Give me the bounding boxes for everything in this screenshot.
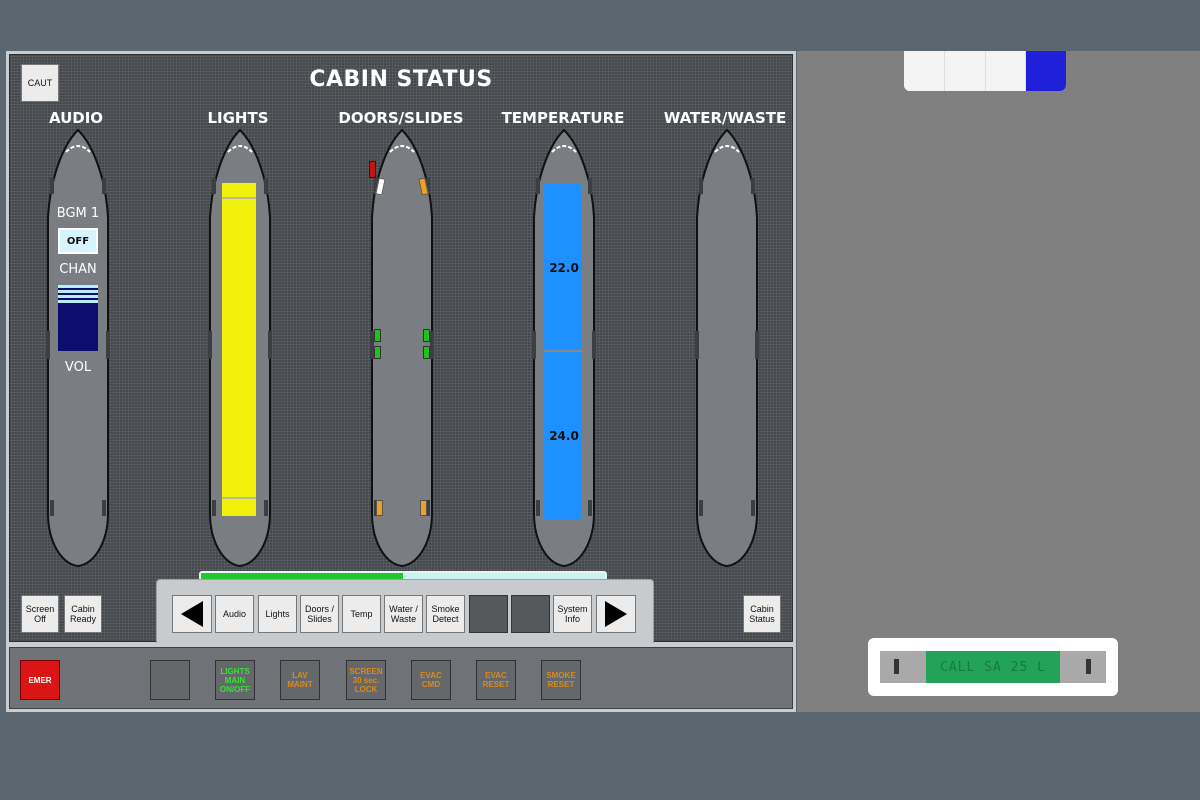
nav-prev-arrow-icon[interactable] (172, 595, 212, 633)
tab-segment-3[interactable] (985, 51, 1027, 91)
tab-segment-2[interactable] (944, 51, 986, 91)
audio-off-button[interactable]: OFF (58, 228, 98, 254)
door-2l-green-a (374, 329, 381, 342)
side-panel: CALL SA 25 L (797, 51, 1200, 712)
screen-off-button[interactable]: Screen Off (21, 595, 59, 633)
panel-title-audio: AUDIO (48, 109, 104, 127)
nav-blank-2[interactable] (511, 595, 550, 633)
screen-lock-label: SCREEN 30 sec. LOCK (349, 666, 383, 694)
call-display-box: CALL SA 25 L (868, 638, 1118, 696)
nav-blank-1[interactable] (469, 595, 508, 633)
emer-label: EMER (28, 675, 52, 685)
panel-title-temperature: TEMPERATURE (501, 109, 625, 127)
call-strip: CALL SA 25 L (880, 651, 1106, 683)
panel-title-water-waste: WATER/WASTE (663, 109, 787, 127)
screen-lock-button[interactable]: SCREEN 30 sec. LOCK (346, 660, 386, 700)
nav-tray: Audio Lights Doors / Slides Temp Water /… (156, 579, 654, 643)
lights-main-label: LIGHTS MAIN ON/OFF (219, 666, 251, 694)
chan-label: CHAN (59, 262, 97, 277)
fuselage-outline-icon (695, 128, 759, 568)
call-tick-left (894, 659, 899, 674)
lights-zone (222, 183, 256, 516)
evac-reset-label: EVAC RESET (482, 671, 510, 689)
page-title: CABIN STATUS (309, 67, 493, 92)
smoke-reset-button[interactable]: SMOKE RESET (541, 660, 581, 700)
top-tab-strip (904, 51, 1066, 91)
tab-segment-active[interactable] (1026, 51, 1066, 91)
door-3l-slide (376, 500, 383, 516)
lav-maint-button[interactable]: LAV MAINT (280, 660, 320, 700)
panel-title-lights: LIGHTS (207, 109, 269, 127)
nav-next-arrow-icon[interactable] (596, 595, 636, 633)
lav-maint-label: LAV MAINT (287, 671, 313, 689)
nav-water-waste[interactable]: Water / Waste (384, 595, 423, 633)
blank-hw-button[interactable] (150, 660, 190, 700)
temperature-fuselage[interactable]: 22.0 24.0 (532, 128, 596, 568)
cids-panel: CAUT CABIN STATUS AUDIO LIGHTS DOORS/SLI… (6, 51, 796, 712)
panel-title-doors: DOORS/SLIDES (338, 109, 464, 127)
cabin-status-button[interactable]: Cabin Status (743, 595, 781, 633)
audio-fuselage[interactable]: BGM 1 OFF CHAN VOL (46, 128, 110, 568)
temp-zone-fwd: 22.0 (549, 261, 579, 275)
cabin-status-screen: CAUT CABIN STATUS AUDIO LIGHTS DOORS/SLI… (9, 54, 793, 643)
nav-smoke-detect[interactable]: Smoke Detect (426, 595, 465, 633)
tab-segment-1[interactable] (904, 51, 945, 91)
door-2r-green-a (423, 329, 430, 342)
volume-bar[interactable] (58, 285, 98, 351)
cabin-ready-button[interactable]: Cabin Ready (64, 595, 102, 633)
vol-label: VOL (64, 360, 92, 375)
door-2r-green-b (423, 346, 430, 359)
doors-fuselage[interactable] (369, 128, 434, 568)
lights-fuselage[interactable] (208, 128, 272, 568)
nav-audio[interactable]: Audio (215, 595, 254, 633)
temperature-zones (544, 184, 582, 520)
nav-temp[interactable]: Temp (342, 595, 381, 633)
bottom-button-bar: EMER LIGHTS MAIN ON/OFF LAV MAINT SCREEN… (9, 647, 793, 709)
door-1l-indicator (369, 161, 376, 178)
bgm-label: BGM 1 (56, 206, 100, 221)
nav-doors-slides[interactable]: Doors / Slides (300, 595, 339, 633)
door-2l-green-b (374, 346, 381, 359)
smoke-reset-label: SMOKE RESET (546, 671, 576, 689)
lights-main-button[interactable]: LIGHTS MAIN ON/OFF (215, 660, 255, 700)
evac-reset-button[interactable]: EVAC RESET (476, 660, 516, 700)
emer-button[interactable]: EMER (20, 660, 60, 700)
temp-zone-aft: 24.0 (549, 429, 579, 443)
nav-lights[interactable]: Lights (258, 595, 297, 633)
evac-cmd-label: EVAC CMD (420, 671, 442, 689)
call-tick-right (1086, 659, 1091, 674)
evac-cmd-button[interactable]: EVAC CMD (411, 660, 451, 700)
call-display: CALL SA 25 L (926, 651, 1060, 683)
water-waste-fuselage[interactable] (695, 128, 759, 568)
nav-system-info[interactable]: System Info (553, 595, 592, 633)
door-3r-slide (420, 500, 427, 516)
